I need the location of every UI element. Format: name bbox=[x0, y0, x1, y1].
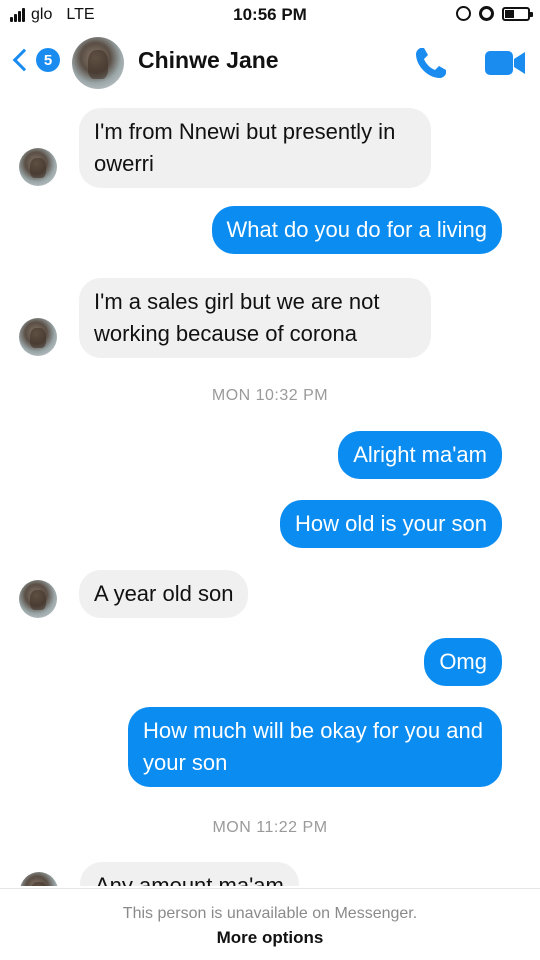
sender-avatar bbox=[20, 872, 58, 886]
status-right bbox=[456, 6, 533, 21]
outgoing-message[interactable]: How much will be okay for you and your s… bbox=[128, 707, 502, 787]
message-text: I'm from Nnewi but presently in owerri bbox=[94, 119, 396, 176]
alarm-icon bbox=[479, 6, 494, 21]
incoming-message[interactable]: I'm a sales girl but we are not working … bbox=[79, 278, 431, 358]
conversation-header: 5 Chinwe Jane bbox=[0, 30, 540, 92]
chevron-left-icon bbox=[12, 48, 36, 72]
orientation-lock-icon bbox=[456, 6, 471, 21]
contact-name[interactable]: Chinwe Jane bbox=[138, 47, 279, 74]
battery-icon bbox=[502, 6, 533, 21]
outgoing-message[interactable]: Alright ma'am bbox=[338, 431, 502, 479]
sender-avatar bbox=[19, 318, 57, 356]
back-button[interactable]: 5 bbox=[10, 48, 60, 72]
video-camera-icon[interactable] bbox=[483, 46, 527, 80]
outgoing-message[interactable]: What do you do for a living bbox=[211, 206, 502, 254]
message-text: How old is your son bbox=[295, 511, 487, 536]
sender-avatar bbox=[19, 148, 57, 186]
message-text: Any amount ma'am bbox=[95, 873, 284, 886]
unread-count-badge: 5 bbox=[36, 48, 60, 72]
unavailable-footer: This person is unavailable on Messenger.… bbox=[0, 888, 540, 960]
sender-avatar bbox=[19, 580, 57, 618]
message-text: A year old son bbox=[94, 581, 234, 606]
conversation-timestamp: MON 10:32 PM bbox=[211, 387, 329, 404]
message-text: I'm a sales girl but we are not working … bbox=[94, 289, 380, 346]
message-text: What do you do for a living bbox=[226, 217, 487, 242]
unavailable-notice: This person is unavailable on Messenger. bbox=[122, 905, 418, 922]
outgoing-message[interactable]: Omg bbox=[424, 638, 502, 686]
conversation-timestamp: MON 11:22 PM bbox=[212, 819, 328, 836]
more-options-link[interactable]: More options bbox=[0, 928, 540, 948]
incoming-message[interactable]: I'm from Nnewi but presently in owerri bbox=[79, 108, 431, 188]
phone-icon[interactable] bbox=[412, 44, 450, 82]
outgoing-message[interactable]: How old is your son bbox=[280, 500, 502, 548]
message-text: Omg bbox=[439, 649, 487, 674]
message-text: How much will be okay for you and your s… bbox=[143, 718, 483, 775]
status-bar: glo LTE 10:56 PM bbox=[0, 0, 540, 30]
incoming-message[interactable]: Any amount ma'am bbox=[80, 862, 299, 886]
partially-visible-message-row: Any amount ma'am bbox=[0, 858, 540, 886]
message-text: Alright ma'am bbox=[353, 442, 487, 467]
contact-avatar[interactable] bbox=[72, 37, 124, 89]
incoming-message[interactable]: A year old son bbox=[79, 570, 249, 618]
